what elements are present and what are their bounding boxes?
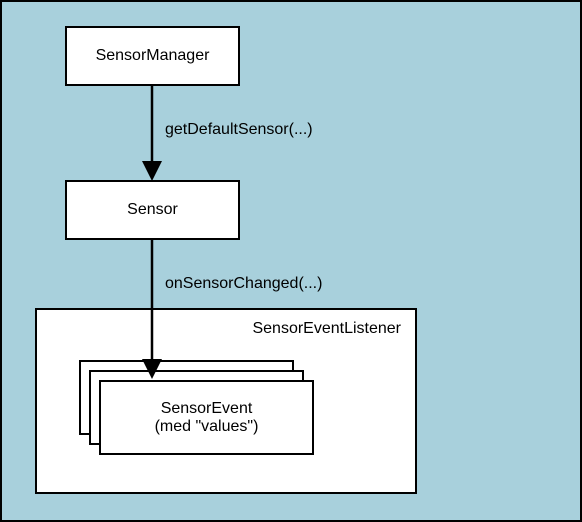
sensor-event-box: SensorEvent (med "values") <box>99 380 314 455</box>
on-sensor-changed-label: onSensorChanged(...) <box>165 275 322 293</box>
sensor-event-listener-box: SensorEventListener SensorEvent (med "va… <box>35 308 417 494</box>
sensor-label: Sensor <box>127 201 178 219</box>
sensor-manager-label: SensorManager <box>96 47 210 65</box>
diagram-canvas: SensorManager Sensor getDefaultSensor(..… <box>0 0 582 522</box>
sensor-event-listener-title: SensorEventListener <box>252 320 401 338</box>
sensor-event-line1: SensorEvent <box>161 400 253 418</box>
get-default-sensor-label: getDefaultSensor(...) <box>165 121 313 139</box>
sensor-event-line2: (med "values") <box>155 418 259 436</box>
sensor-box: Sensor <box>65 180 240 240</box>
sensor-manager-box: SensorManager <box>65 26 240 86</box>
